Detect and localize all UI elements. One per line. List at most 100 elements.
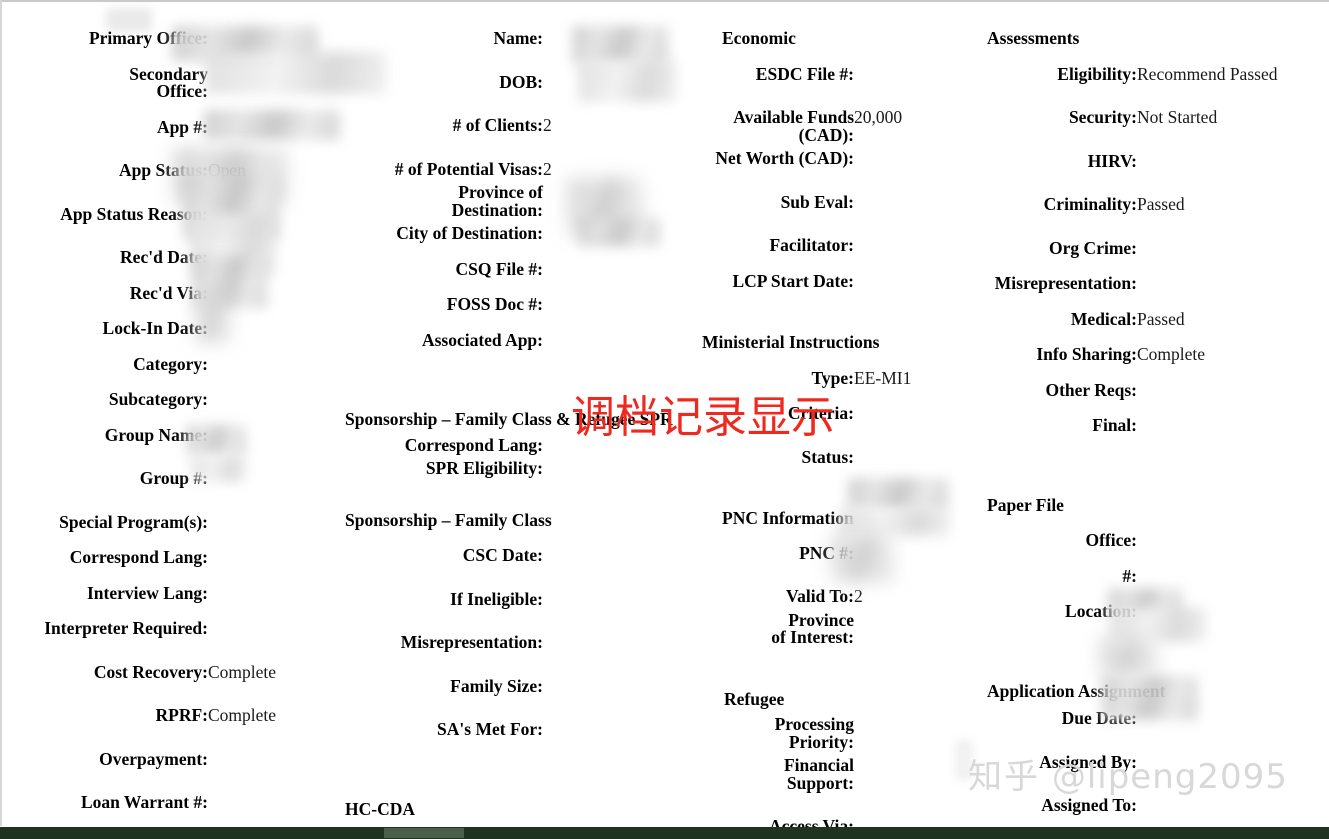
field-label: Interview Lang: <box>86 582 208 603</box>
horizontal-scrollbar-thumb[interactable] <box>384 828 464 838</box>
field-available-funds: Available Funds (CAD): 20,000 <box>692 107 962 145</box>
field-category: Category: <box>0 355 340 374</box>
field-label: CSC Date: <box>462 545 543 565</box>
field-group-name: Group Name: <box>0 426 340 445</box>
field-subcategory: Subcategory: <box>0 389 340 409</box>
field-label: Eligibility: <box>1057 63 1137 84</box>
field-label: Loan Warrant #: <box>80 792 208 812</box>
field-foss-doc-number: FOSS Doc #: <box>345 294 690 314</box>
field-label: Office: <box>1085 530 1138 550</box>
field-group-number: Group #: <box>0 468 340 488</box>
section-heading-refugee: Refugee <box>724 688 785 709</box>
field-label: Other Reqs: <box>1045 379 1137 400</box>
field-special-programs: Special Program(s): <box>0 513 340 532</box>
field-label: Due Date: <box>1061 708 1137 728</box>
field-app-status-reason: App Status Reason: <box>0 203 340 224</box>
field-name: Name: <box>345 28 690 48</box>
watermark-zhihu: 知乎 @lipeng2095 <box>968 760 1288 794</box>
field-label: SPR Eligibility: <box>425 458 543 478</box>
field-label: # of Clients: <box>452 115 543 135</box>
field-value: Passed <box>1137 308 1185 329</box>
field-dob: DOB: <box>345 71 690 92</box>
field-security: Security: Not Started <box>965 108 1325 127</box>
field-label: Assigned To: <box>1041 795 1137 815</box>
application-summary-page: Primary Office: Secondary Office: App #:… <box>0 0 1329 839</box>
field-label: HIRV: <box>1087 150 1137 171</box>
field-label: Name: <box>493 28 543 48</box>
field-label: Secondary Office: <box>129 63 208 101</box>
column-assessments: Assessments Eligibility: Recommend Passe… <box>965 29 1325 833</box>
field-label: Group #: <box>139 468 208 488</box>
field-mi-status: Status: <box>692 448 962 467</box>
field-family-size: Family Size: <box>345 675 690 696</box>
field-province-of-destination: Province of Destination: <box>345 182 690 220</box>
field-label: Subcategory: <box>108 389 208 409</box>
field-lock-in-date: Lock-In Date: <box>0 319 340 338</box>
field-if-ineligible: If Ineligible: <box>345 590 690 609</box>
field-recd-via: Rec'd Via: <box>0 282 340 303</box>
field-label: Rec'd Via: <box>129 282 208 303</box>
field-facilitator: Facilitator: <box>692 236 962 255</box>
watermark-zhihu-handle: @lipeng2095 <box>1051 757 1288 797</box>
field-criminality: Criminality: Passed <box>965 194 1325 214</box>
field-label: Misrepresentation: <box>994 273 1137 293</box>
field-info-sharing: Info Sharing: Complete <box>965 344 1325 364</box>
field-pnc-number: PNC #: <box>692 544 962 563</box>
field-label: Financial Support: <box>783 755 854 793</box>
field-due-date: Due Date: <box>965 708 1325 728</box>
section-heading-application-assignment: Application Assignment <box>987 680 1166 701</box>
section-heading-paper-file: Paper File <box>987 494 1064 515</box>
field-label: LCP Start Date: <box>732 270 854 291</box>
field-value: 2 <box>854 586 863 606</box>
field-net-worth: Net Worth (CAD): <box>692 148 962 168</box>
field-label: Location: <box>1065 601 1137 621</box>
field-label: Family Size: <box>450 675 543 696</box>
section-heading-sponsorship-family-class: Sponsorship – Family Class <box>345 509 552 530</box>
section-heading-ministerial-instructions: Ministerial Instructions <box>702 332 880 352</box>
field-number-of-clients: # of Clients: 2 <box>345 115 690 135</box>
field-pnc-valid-to: Valid To: 2 <box>692 586 962 606</box>
field-label: DOB: <box>499 71 543 92</box>
field-label: Cost Recovery: <box>93 661 208 682</box>
field-refugee-financial-support: Financial Support: <box>692 755 962 793</box>
section-heading-hc-cda: HC-CDA <box>345 798 415 819</box>
field-label: Valid To: <box>786 586 854 606</box>
field-recd-date: Rec'd Date: <box>0 248 340 267</box>
field-label: Criminality: <box>1043 194 1137 214</box>
section-heading-economic: Economic <box>722 28 796 48</box>
field-spr-eligibility: SPR Eligibility: <box>345 458 690 478</box>
field-label: App Status Reason: <box>60 203 208 224</box>
column-application: Primary Office: Secondary Office: App #:… <box>0 28 340 839</box>
field-sas-met-for: SA's Met For: <box>345 720 690 739</box>
field-medical: Medical: Passed <box>965 308 1325 329</box>
field-label: Net Worth (CAD): <box>715 148 854 168</box>
field-value: Complete <box>208 661 277 682</box>
field-label: Final: <box>1092 415 1137 435</box>
field-value: Open <box>208 160 246 180</box>
section-heading-pnc-information: PNC Information <box>722 508 854 528</box>
field-label: Type: <box>811 367 854 388</box>
field-label: Primary Office: <box>88 28 208 48</box>
field-number-of-potential-visas: # of Potential Visas: 2 <box>345 160 690 179</box>
field-associated-app: Associated App: <box>345 331 690 350</box>
field-refugee-processing-priority: Processing Priority: <box>692 715 962 751</box>
field-csq-file-number: CSQ File #: <box>345 258 690 279</box>
field-rprf: RPRF: Complete <box>0 706 340 725</box>
field-label: Info Sharing: <box>1036 344 1137 364</box>
field-value: Passed <box>1137 194 1185 214</box>
field-label: Available Funds (CAD): <box>733 107 854 145</box>
field-lcp-start-date: LCP Start Date: <box>692 270 962 291</box>
field-misrepresentation: Misrepresentation: <box>345 633 690 652</box>
field-esdc-file-number: ESDC File #: <box>692 65 962 84</box>
field-label: City of Destination: <box>396 223 543 243</box>
field-label: Correspond Lang: <box>69 547 208 567</box>
field-app-number: App #: <box>0 118 340 137</box>
field-loan-warrant: Loan Warrant #: <box>0 792 340 812</box>
field-label: CSQ File #: <box>455 258 544 279</box>
field-sub-eval: Sub Eval: <box>692 193 962 212</box>
field-overpayment: Overpayment: <box>0 750 340 769</box>
field-label: Province of Destination: <box>451 182 543 220</box>
watermark-zhihu-logo: 知乎 <box>968 757 1040 797</box>
field-cost-recovery: Cost Recovery: Complete <box>0 661 340 682</box>
field-label: FOSS Doc #: <box>446 294 543 314</box>
